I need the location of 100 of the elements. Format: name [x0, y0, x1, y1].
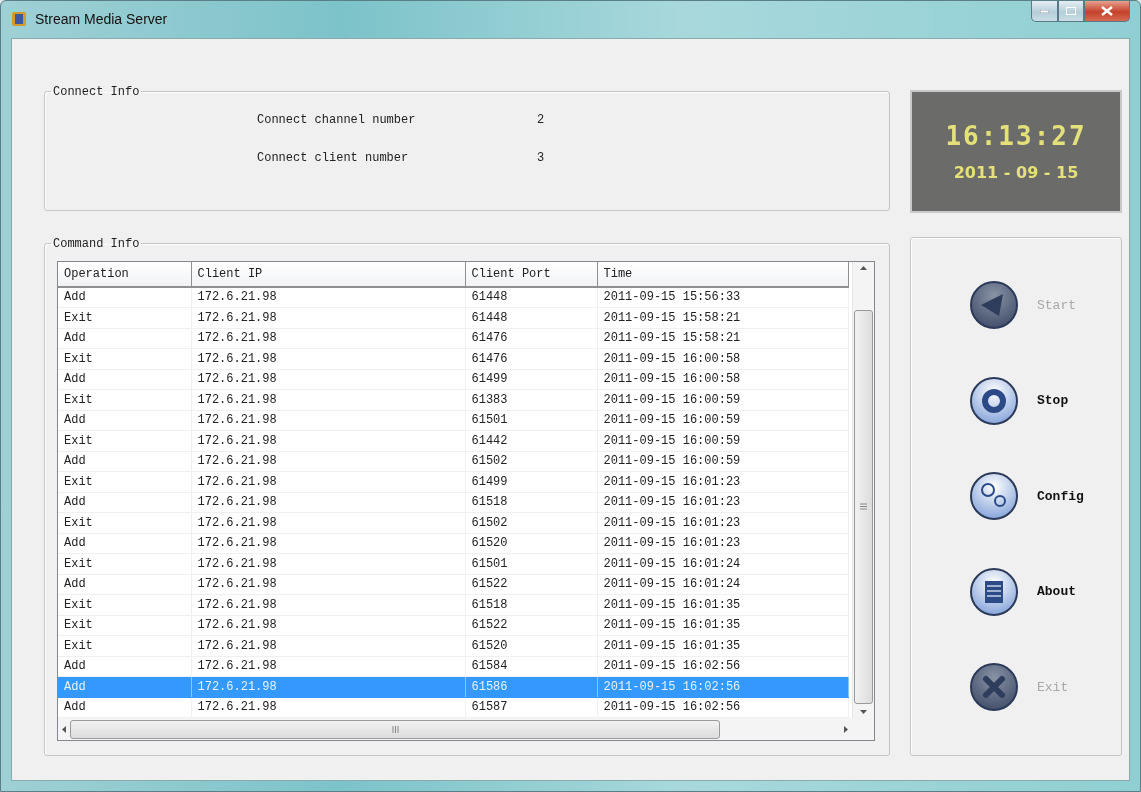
- ring-icon: [969, 375, 1019, 426]
- table-row[interactable]: Exit 172.6.21.98 61448 2011-09-15 15:58:21: [58, 307, 848, 328]
- table-cell: Exit: [58, 348, 191, 369]
- table-row[interactable]: Add 172.6.21.98 61522 2011-09-15 16:01:24: [58, 574, 848, 595]
- info-label: Connect client number: [257, 150, 410, 165]
- table-cell: 2011-09-15 16:01:23: [597, 512, 848, 533]
- scroll-thumb[interactable]: [854, 309, 873, 704]
- table-cell: 2011-09-15 16:01:35: [597, 615, 848, 636]
- clock-date: 2011 - 09 - 15: [953, 162, 1079, 182]
- table-row[interactable]: Exit 172.6.21.98 61501 2011-09-15 16:01:24: [58, 553, 848, 574]
- table-cell: 2011-09-15 16:00:58: [597, 348, 848, 369]
- table-cell: 2011-09-15 15:58:21: [597, 328, 848, 349]
- table-cell: Exit: [58, 307, 191, 328]
- table-row[interactable]: Add 172.6.21.98 61584 2011-09-15 16:02:56: [58, 656, 848, 677]
- info-value: 2: [537, 112, 546, 127]
- table-cell: Add: [58, 676, 191, 697]
- scroll-up-icon[interactable]: [860, 265, 867, 270]
- table-cell: 2011-09-15 15:56:33: [597, 286, 848, 308]
- table-cell: Add: [58, 410, 191, 431]
- table-cell: 172.6.21.98: [191, 410, 465, 431]
- table-cell: 2011-09-15 16:01:24: [597, 574, 848, 595]
- table-cell: 61522: [465, 574, 597, 595]
- table-row[interactable]: Exit 172.6.21.98 61522 2011-09-15 16:01:35: [58, 615, 848, 636]
- horizontal-scrollbar[interactable]: [58, 718, 852, 740]
- table-cell: 61499: [465, 369, 597, 390]
- table-cell: 172.6.21.98: [191, 512, 465, 533]
- grip-icon: [391, 725, 399, 733]
- table-cell: Add: [58, 697, 191, 718]
- maximize-button[interactable]: [1058, 1, 1084, 22]
- gears-icon: [969, 471, 1019, 522]
- table-cell: 61501: [465, 410, 597, 431]
- table-cell: 61448: [465, 307, 597, 328]
- table-cell: 172.6.21.98: [191, 574, 465, 595]
- close-icon: [969, 662, 1019, 713]
- minimize-icon: [1040, 9, 1049, 13]
- table-cell: 172.6.21.98: [191, 594, 465, 615]
- table-row[interactable]: Add 172.6.21.98 61502 2011-09-15 16:00:59: [58, 451, 848, 472]
- table-cell: 2011-09-15 16:01:23: [597, 492, 848, 513]
- table-row[interactable]: Exit 172.6.21.98 61383 2011-09-15 16:00:59: [58, 389, 848, 410]
- table-cell: 2011-09-15 16:01:35: [597, 594, 848, 615]
- minimize-button[interactable]: [1031, 1, 1058, 22]
- table-row[interactable]: Add 172.6.21.98 61518 2011-09-15 16:01:23: [58, 492, 848, 513]
- table-cell: 172.6.21.98: [191, 451, 465, 472]
- info-label: Connect channel number: [257, 112, 417, 127]
- clock-time: 16:13:27: [945, 120, 1087, 151]
- stop-button[interactable]: Stop: [969, 375, 1121, 426]
- table-cell: Add: [58, 369, 191, 390]
- table-row[interactable]: Exit 172.6.21.98 61520 2011-09-15 16:01:35: [58, 635, 848, 656]
- table-row[interactable]: Add 172.6.21.98 61587 2011-09-15 16:02:56: [58, 697, 848, 718]
- table-cell: 172.6.21.98: [191, 656, 465, 677]
- table-cell: Add: [58, 451, 191, 472]
- config-button[interactable]: Config: [969, 471, 1121, 522]
- app-icon: [11, 10, 27, 29]
- table-row[interactable]: Add 172.6.21.98 61501 2011-09-15 16:00:59: [58, 410, 848, 431]
- table-row[interactable]: Add 172.6.21.98 61520 2011-09-15 16:01:23: [58, 533, 848, 554]
- table-cell: 61586: [465, 676, 597, 697]
- table-cell: 2011-09-15 16:01:24: [597, 553, 848, 574]
- table-cell: 61518: [465, 492, 597, 513]
- document-icon: [969, 566, 1019, 617]
- column-header[interactable]: Client Port: [465, 261, 597, 287]
- table-cell: 172.6.21.98: [191, 348, 465, 369]
- about-button[interactable]: About: [969, 566, 1121, 617]
- table-row[interactable]: Add 172.6.21.98 61448 2011-09-15 15:56:33: [58, 286, 848, 308]
- table-cell: 2011-09-15 16:01:35: [597, 635, 848, 656]
- table-cell: 2011-09-15 16:00:59: [597, 430, 848, 451]
- table-cell: 2011-09-15 15:58:21: [597, 307, 848, 328]
- table-cell: Exit: [58, 635, 191, 656]
- table-cell: 2011-09-15 16:01:23: [597, 471, 848, 492]
- table-cell: 172.6.21.98: [191, 697, 465, 718]
- table-cell: 2011-09-15 16:02:56: [597, 697, 848, 718]
- table-row[interactable]: Exit 172.6.21.98 61476 2011-09-15 16:00:58: [58, 348, 848, 369]
- scroll-down-icon[interactable]: [860, 710, 867, 714]
- table-row[interactable]: Add 172.6.21.98 61476 2011-09-15 15:58:21: [58, 328, 848, 349]
- table-row[interactable]: Add 172.6.21.98 61499 2011-09-15 16:00:58: [58, 369, 848, 390]
- scroll-thumb[interactable]: [70, 719, 720, 739]
- column-header[interactable]: Time: [597, 261, 848, 287]
- table-cell: 61442: [465, 430, 597, 451]
- table-cell: 2011-09-15 16:01:23: [597, 533, 848, 554]
- vertical-scrollbar[interactable]: [852, 261, 874, 718]
- table-row[interactable]: Exit 172.6.21.98 61499 2011-09-15 16:01:23: [58, 471, 848, 492]
- table-cell: 61522: [465, 615, 597, 636]
- table-cell: 172.6.21.98: [191, 635, 465, 656]
- table-row[interactable]: Exit 172.6.21.98 61502 2011-09-15 16:01:23: [58, 512, 848, 533]
- table-row[interactable]: Exit 172.6.21.98 61518 2011-09-15 16:01:35: [58, 594, 848, 615]
- scroll-left-icon[interactable]: [62, 725, 66, 733]
- table-cell: 2011-09-15 16:00:59: [597, 451, 848, 472]
- maximize-icon: [1066, 7, 1076, 15]
- column-header[interactable]: Operation: [58, 261, 191, 287]
- table-cell: 61383: [465, 389, 597, 410]
- table-row[interactable]: Exit 172.6.21.98 61442 2011-09-15 16:00:59: [58, 430, 848, 451]
- table-cell: Exit: [58, 430, 191, 451]
- scroll-right-icon[interactable]: [844, 725, 848, 733]
- table-cell: 172.6.21.98: [191, 328, 465, 349]
- column-header[interactable]: Client IP: [191, 261, 465, 287]
- table-cell: 61501: [465, 553, 597, 574]
- table-cell: Add: [58, 656, 191, 677]
- table-cell: Exit: [58, 553, 191, 574]
- table-cell: 61520: [465, 635, 597, 656]
- close-button[interactable]: [1084, 1, 1130, 22]
- table-cell: 61476: [465, 328, 597, 349]
